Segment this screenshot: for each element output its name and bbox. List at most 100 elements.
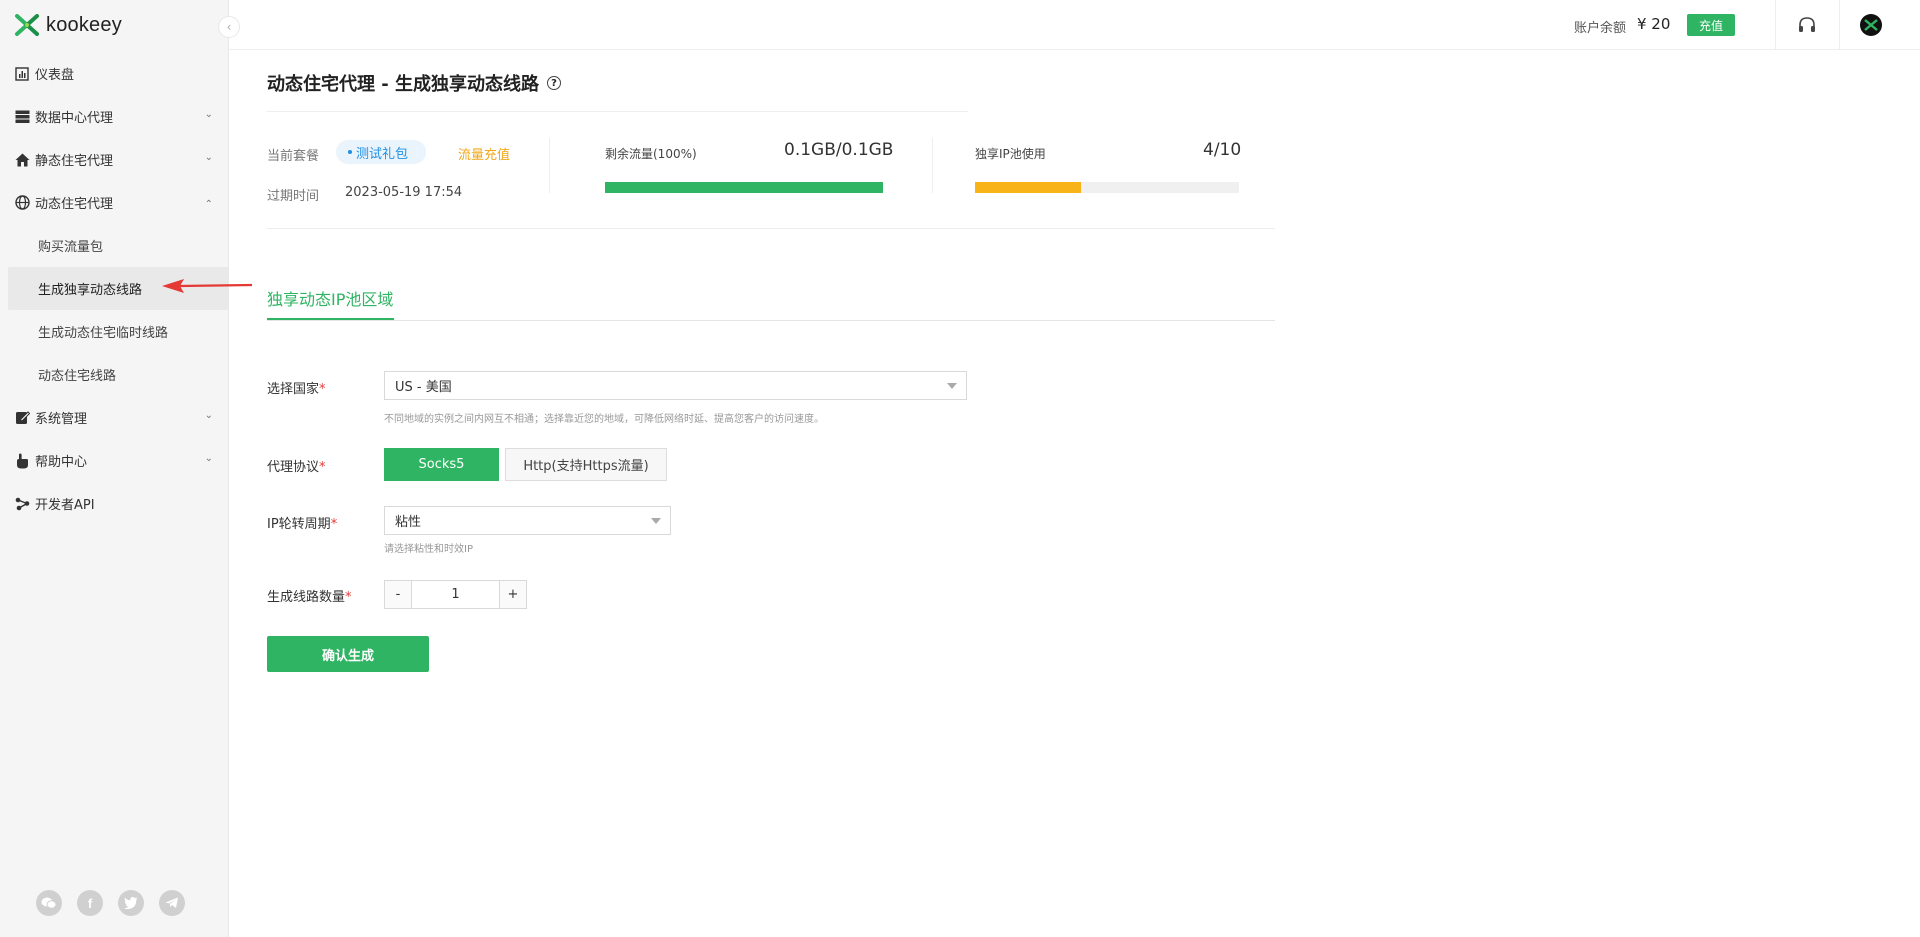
required-mark: * [345, 590, 352, 605]
sidebar-subitem-dynamic-lines[interactable]: 动态住宅线路 [0, 353, 229, 396]
sidebar: kookeey 仪表盘 数据中心代理 ⌄ 静态住宅代理 ⌄ 动态住宅代理 ⌃ 购… [0, 0, 229, 937]
sidebar-subitem-label: 生成动态住宅临时线路 [38, 326, 169, 341]
datacenter-icon [14, 109, 30, 125]
line-count-stepper: - 1 + [384, 580, 527, 609]
topbar-divider [1775, 0, 1776, 50]
country-field-label: 选择国家* [267, 378, 326, 397]
confirm-generate-button[interactable]: 确认生成 [267, 636, 429, 672]
facebook-icon[interactable]: f [77, 890, 103, 916]
country-hint: 不同地域的实例之间内网互不相通；选择靠近您的地域，可降低网络时延、提高您客户的访… [384, 414, 824, 425]
package-label: 当前套餐 [267, 149, 320, 164]
telegram-icon[interactable] [159, 890, 185, 916]
sidebar-item-label: 动态住宅代理 [35, 197, 114, 212]
globe-icon [14, 195, 30, 211]
sidebar-item-datacenter-proxy[interactable]: 数据中心代理 ⌄ [0, 95, 229, 138]
sidebar-collapse-button[interactable]: ‹ [218, 16, 240, 38]
divider [932, 138, 933, 193]
count-label-text: 生成线路数量 [267, 590, 346, 605]
divider [267, 111, 968, 112]
sidebar-item-label: 开发者API [35, 498, 95, 513]
brand-name: kookeey [46, 13, 122, 36]
sidebar-subitem-label: 购买流量包 [38, 240, 104, 255]
pool-progress-fill [975, 182, 1081, 193]
tab-exclusive-ip-pool[interactable]: 独享动态IP池区域 [267, 286, 393, 310]
chevron-down-icon: ⌄ [204, 410, 213, 421]
kookeey-logo-icon [15, 14, 39, 36]
pool-usage-label: 独享IP池使用 [975, 147, 1046, 161]
country-select-value: US - 美国 [395, 380, 452, 395]
traffic-label: 剩余流量(100%) [605, 147, 697, 161]
sidebar-item-help-center[interactable]: 帮助中心 ⌄ [0, 439, 229, 482]
api-share-icon [14, 496, 30, 512]
chevron-down-icon: ⌄ [204, 109, 213, 120]
hand-icon [14, 453, 30, 469]
chevron-down-icon: ⌄ [204, 453, 213, 464]
traffic-value: 0.1GB/0.1GB [784, 140, 894, 160]
country-label-text: 选择国家 [267, 382, 320, 397]
twitter-icon[interactable] [118, 890, 144, 916]
chevron-up-icon: ⌃ [204, 199, 213, 210]
decrement-button[interactable]: - [385, 581, 411, 608]
pool-progress-bar [975, 182, 1239, 193]
help-circle-icon[interactable]: ? [547, 76, 562, 90]
protocol-option-socks5[interactable]: Socks5 [384, 448, 499, 481]
rotation-label-text: IP轮转周期 [267, 517, 331, 532]
sidebar-item-label: 帮助中心 [35, 455, 88, 470]
sidebar-subitem-buy-traffic[interactable]: 购买流量包 [0, 224, 229, 267]
package-name: 测试礼包 [356, 146, 409, 162]
recharge-button[interactable]: 充值 [1687, 14, 1735, 36]
topbar-divider [1839, 0, 1840, 50]
badge-dot-icon [348, 150, 352, 154]
dashboard-icon [14, 66, 30, 82]
sidebar-item-static-residential-proxy[interactable]: 静态住宅代理 ⌄ [0, 138, 229, 181]
brand-logo[interactable]: kookeey [14, 12, 122, 38]
required-mark: * [319, 382, 326, 397]
count-field-label: 生成线路数量* [267, 586, 352, 605]
divider [267, 228, 1275, 229]
wechat-icon[interactable] [36, 890, 62, 916]
caret-down-icon [947, 383, 957, 389]
rotation-period-select[interactable]: 粘性 [384, 506, 671, 535]
sidebar-item-developer-api[interactable]: 开发者API [0, 482, 229, 525]
sidebar-subitem-label: 动态住宅线路 [38, 369, 117, 384]
expire-label: 过期时间 [267, 189, 320, 204]
user-avatar[interactable] [1860, 14, 1882, 36]
chevron-down-icon: ⌄ [204, 152, 213, 163]
customer-service-headset-icon[interactable] [1796, 14, 1818, 36]
balance-value: ¥ 20 [1637, 15, 1671, 33]
topbar: 账户余额 ¥ 20 充值 [229, 0, 1920, 50]
tab-divider [267, 320, 1275, 321]
annotation-arrow [162, 279, 253, 293]
edit-icon [14, 410, 30, 426]
traffic-topup-link[interactable]: 流量充值 [458, 144, 510, 163]
country-select[interactable]: US - 美国 [384, 371, 967, 400]
divider [549, 138, 550, 193]
sidebar-item-label: 系统管理 [35, 412, 88, 427]
package-badge: 测试礼包 [336, 140, 427, 164]
protocol-option-http[interactable]: Http(支持Https流量) [505, 448, 667, 481]
social-links: f [36, 890, 185, 916]
page-title-text: 动态住宅代理 - 生成独享动态线路 [267, 74, 540, 95]
rotation-hint: 请选择粘性和时效IP [384, 544, 473, 555]
required-mark: * [330, 517, 338, 532]
sidebar-subitem-generate-temp-line[interactable]: 生成动态住宅临时线路 [0, 310, 229, 353]
home-icon [14, 152, 30, 168]
protocol-field-label: 代理协议* [267, 456, 326, 475]
expire-value: 2023-05-19 17:54 [345, 185, 463, 200]
sidebar-item-system-management[interactable]: 系统管理 ⌄ [0, 396, 229, 439]
increment-button[interactable]: + [500, 581, 526, 608]
caret-down-icon [651, 518, 661, 524]
sidebar-item-label: 静态住宅代理 [35, 154, 114, 169]
pool-usage-value: 4/10 [1203, 140, 1242, 160]
rotation-select-value: 粘性 [395, 515, 422, 530]
traffic-progress-fill [605, 182, 883, 193]
sidebar-item-dynamic-residential-proxy[interactable]: 动态住宅代理 ⌃ [0, 181, 229, 224]
sidebar-subitem-label: 生成独享动态线路 [38, 283, 143, 298]
chevron-left-icon: ‹ [226, 20, 232, 34]
line-count-input[interactable]: 1 [411, 581, 500, 608]
balance-label: 账户余额 [1574, 21, 1627, 36]
rotation-field-label: IP轮转周期* [267, 513, 337, 532]
required-mark: * [319, 460, 326, 475]
sidebar-item-dashboard[interactable]: 仪表盘 [0, 52, 229, 95]
page-title: 动态住宅代理 - 生成独享动态线路 ? [267, 70, 562, 96]
